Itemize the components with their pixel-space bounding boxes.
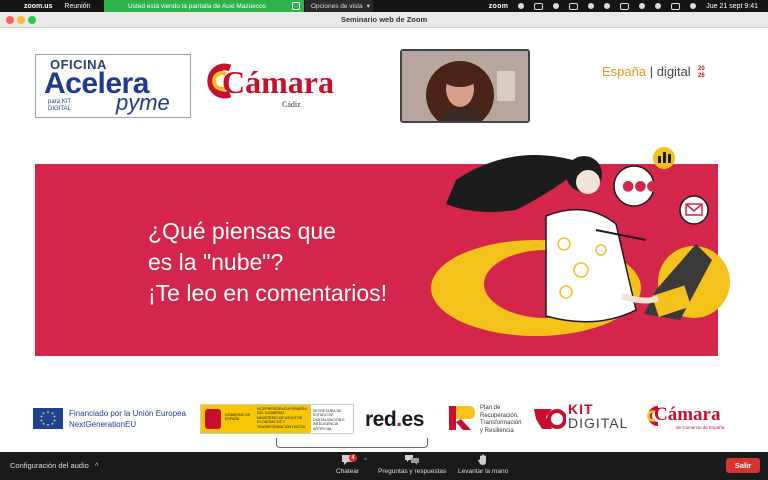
qa-label: Preguntas y respuestas — [378, 468, 447, 475]
raise-hand-label: Levantar la mano — [458, 468, 509, 475]
woman-laptop-illustration: ●●● — [431, 147, 730, 336]
audio-settings-label: Configuración del audio — [10, 461, 89, 470]
banner-question: ¿Qué piensas que es la "nube"? ¡Te leo e… — [148, 216, 387, 309]
banner-line-3: ¡Te leo en comentarios! — [148, 280, 388, 306]
control-center-icon[interactable] — [671, 2, 681, 10]
qa-button[interactable]: Preguntas y respuestas — [378, 454, 446, 475]
battery-icon[interactable] — [620, 2, 630, 10]
kit-digital-kit: KIT — [568, 401, 594, 417]
window-title: Seminario web de Zoom — [340, 15, 428, 24]
acelera-pyme-logo: OFICINA Acelera pyme para KIT DIGITAL — [35, 54, 191, 118]
gobierno-espana-logo: GOBIERNO DE ESPAÑA VICEPRESIDENCIA PRIME… — [200, 404, 354, 434]
menubar-status-area: zoom Jue 21 sept 9:41 — [489, 0, 758, 12]
espana-digital-logo: España | digital 20 26 — [602, 64, 705, 79]
wifi-icon[interactable] — [639, 3, 646, 9]
camara-wordmark: Cámara — [222, 64, 334, 100]
plan-recuperacion-text: Plan de Recuperación, Transformación y R… — [480, 405, 522, 434]
menubar-clock[interactable]: Jue 21 sept 9:41 — [706, 3, 758, 10]
status-app-icon[interactable] — [534, 2, 544, 10]
svg-text:●●●: ●●● — [622, 178, 659, 194]
status-check-icon[interactable] — [518, 3, 525, 9]
window-title-bar: Seminario web de Zoom — [0, 12, 768, 28]
camara-cadiz-logo: Cámara Cádiz — [204, 62, 354, 112]
leave-button[interactable]: Salir — [726, 458, 760, 473]
chevron-up-icon[interactable]: ^ — [95, 461, 99, 470]
participant-video-feed — [402, 51, 528, 121]
qa-bubbles-icon — [405, 455, 420, 465]
app-name-menu[interactable]: zoom.us — [24, 3, 52, 10]
eu-funding-text: Financiado por la Unión Europea NextGene… — [69, 409, 186, 429]
menu-reunion[interactable]: Reunión — [64, 3, 90, 10]
share-stop-icon[interactable] — [292, 2, 300, 10]
search-icon[interactable] — [655, 3, 662, 9]
camara-espana-wordmark: Cámara — [654, 404, 721, 425]
eu-flag-icon — [33, 408, 63, 429]
red-es-logo: red.es — [365, 408, 424, 431]
banner-line-2: es la "nube"? — [148, 249, 284, 275]
banner-line-1: ¿Qué piensas que — [148, 218, 336, 244]
espana-year: 20 26 — [698, 66, 705, 79]
bitdefender-icon[interactable] — [569, 2, 579, 10]
screen-share-status-pill[interactable]: Usted está viendo la pantalla de Auxi Ma… — [104, 0, 304, 12]
digital-text: digital — [656, 64, 691, 79]
raise-hand-button[interactable]: Levantar la mano — [458, 454, 508, 475]
audio-settings-button[interactable]: Configuración del audio ^ — [10, 461, 98, 470]
chat-chevron-up-icon[interactable]: ^ — [364, 458, 367, 464]
view-options-label: Opciones de vista — [311, 2, 363, 10]
chat-button[interactable]: 4 Chatear — [336, 454, 359, 475]
bluetooth-icon[interactable] — [604, 3, 611, 9]
view-options-button[interactable]: Opciones de vista ▾ — [305, 0, 373, 12]
kit-digital-digital: DIGITAL — [568, 415, 629, 431]
play-icon[interactable] — [588, 3, 595, 9]
participant-video-tile[interactable] — [400, 49, 530, 123]
camara-city: Cádiz — [282, 100, 301, 109]
chat-label: Chatear — [336, 468, 360, 475]
kit-digital-mark-icon — [534, 409, 566, 429]
chevron-down-icon: ▾ — [366, 3, 370, 10]
plan-recuperacion-mark-icon — [449, 406, 475, 430]
meeting-toolbar: Configuración del audio ^ 4 Chatear ^ Pr… — [0, 452, 768, 480]
siri-icon[interactable] — [690, 3, 697, 9]
acelera-pyme-text: pyme — [116, 90, 170, 115]
cloud-icon[interactable] — [553, 3, 560, 9]
acelera-kit-digital: para KIT DIGITAL — [48, 99, 72, 112]
spain-crest-icon — [205, 409, 221, 429]
sponsor-logos-strip: Financiado por la Unión Europea NextGene… — [0, 396, 768, 436]
chat-unread-badge: 4 — [349, 454, 357, 462]
raised-hand-icon — [478, 454, 487, 465]
zoom-status-label[interactable]: zoom — [489, 3, 508, 10]
espana-text: España — [602, 64, 647, 79]
shared-screen: OFICINA Acelera pyme para KIT DIGITAL Cá… — [0, 28, 768, 452]
share-status-text: Usted está viendo la pantalla de Auxi Ma… — [128, 2, 267, 10]
video-tile-drag-handle[interactable] — [276, 438, 428, 448]
camara-espana-subtitle: de Comercio de España — [676, 425, 725, 430]
